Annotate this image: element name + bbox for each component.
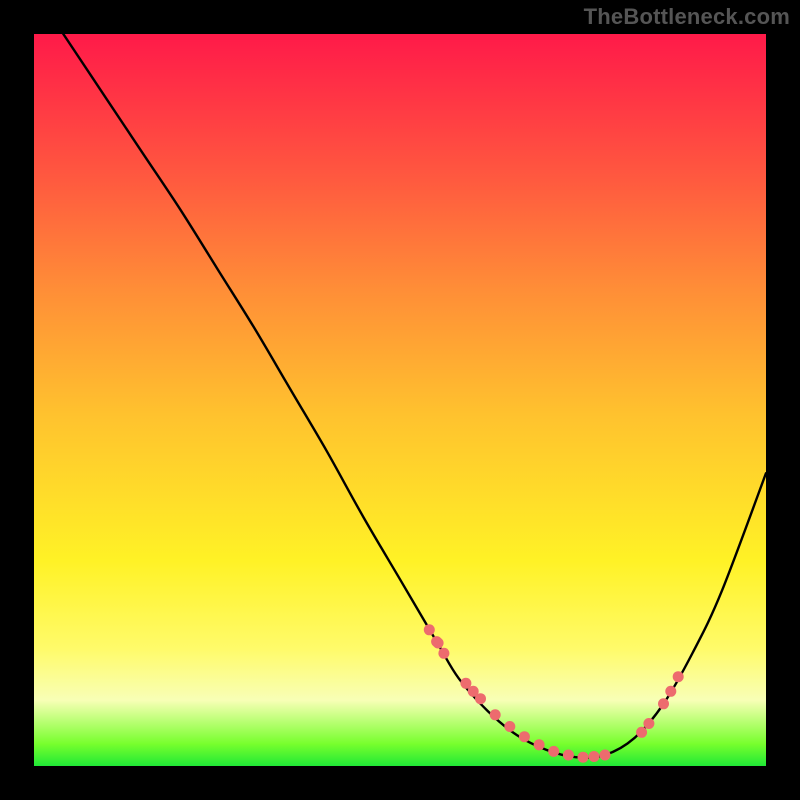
highlight-dot	[658, 698, 669, 709]
highlight-dot	[534, 739, 545, 750]
highlight-dot	[475, 693, 486, 704]
chart-container: TheBottleneck.com	[0, 0, 800, 800]
highlight-dot	[424, 624, 435, 635]
highlight-dot	[643, 718, 654, 729]
highlight-dot	[600, 750, 611, 761]
highlight-dot	[636, 727, 647, 738]
highlight-dot	[519, 731, 530, 742]
highlight-dot	[578, 752, 589, 763]
highlight-dot	[504, 721, 515, 732]
highlight-dot	[433, 638, 444, 649]
highlight-dots-group	[424, 624, 684, 762]
highlight-dot	[548, 746, 559, 757]
highlight-dot	[563, 750, 574, 761]
highlight-dot	[665, 686, 676, 697]
plot-area	[34, 34, 766, 766]
highlight-dot	[438, 648, 449, 659]
bottleneck-curve	[63, 34, 766, 758]
highlight-dot	[490, 709, 501, 720]
watermark-text: TheBottleneck.com	[584, 4, 790, 30]
chart-svg	[34, 34, 766, 766]
highlight-dot	[589, 751, 600, 762]
highlight-dot	[673, 671, 684, 682]
